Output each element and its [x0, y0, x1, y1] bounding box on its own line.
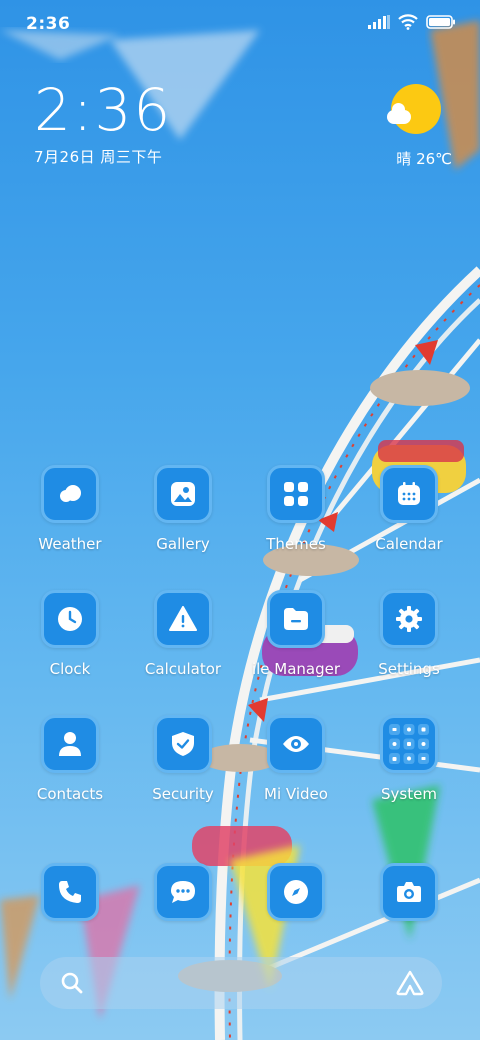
battery-icon [426, 15, 455, 29]
assistant-icon[interactable] [396, 970, 424, 996]
app-themes[interactable]: Themes [241, 465, 351, 553]
settings-icon [380, 590, 438, 648]
gallery-icon [154, 465, 212, 523]
weather-summary: 晴 26℃ [396, 150, 452, 168]
app-label: Settings [378, 660, 440, 678]
app-file-manager[interactable]: ile Manager [241, 590, 351, 678]
weather-widget[interactable]: 晴 26℃ [384, 82, 452, 168]
status-bar: 2:36 [0, 0, 480, 50]
messages-icon [154, 863, 212, 921]
app-label: Gallery [156, 535, 210, 553]
status-time: 2:36 [26, 14, 71, 34]
wifi-icon [398, 14, 418, 30]
app-label: ile Manager [251, 660, 341, 678]
app-contacts[interactable]: Contacts [15, 715, 125, 803]
file-manager-icon [267, 590, 325, 648]
weather-icon [41, 465, 99, 523]
app-label: Themes [266, 535, 326, 553]
app-calculator[interactable]: Calculator [128, 590, 238, 678]
app-label: Weather [38, 535, 102, 553]
app-security[interactable]: Security [128, 715, 238, 803]
app-calendar[interactable]: Calendar [354, 465, 464, 553]
app-label: Contacts [36, 785, 104, 803]
browser-icon [267, 863, 325, 921]
app-clock[interactable]: Clock [15, 590, 125, 678]
sunny-partly-cloudy-icon [387, 82, 441, 136]
system-folder-icon [380, 715, 438, 773]
app-system-folder[interactable]: System [354, 715, 464, 803]
widget-clock-time: 2:36 [34, 76, 173, 144]
dock-camera[interactable] [354, 863, 464, 921]
app-mi-video[interactable]: Mi Video [241, 715, 351, 803]
search-bar[interactable] [40, 957, 442, 1009]
app-label: Mi Video [264, 785, 328, 803]
clock-icon [41, 590, 99, 648]
widget-clock-date: 7月26日 周三下午 [34, 148, 163, 166]
status-icons [368, 14, 456, 30]
app-weather[interactable]: Weather [15, 465, 125, 553]
signal-icon [368, 15, 390, 29]
contacts-icon [41, 715, 99, 773]
app-gallery[interactable]: Gallery [128, 465, 238, 553]
camera-icon [380, 863, 438, 921]
dock-phone[interactable] [15, 863, 125, 921]
calculator-icon [154, 590, 212, 648]
dock-messages[interactable] [128, 863, 238, 921]
phone-icon [41, 863, 99, 921]
app-label: System [381, 785, 437, 803]
app-label: Security [152, 785, 214, 803]
security-icon [154, 715, 212, 773]
search-icon[interactable] [60, 971, 84, 995]
app-label: Clock [49, 660, 91, 678]
clock-widget[interactable]: 2:36 7月26日 周三下午 [34, 78, 172, 167]
mi-video-icon [267, 715, 325, 773]
app-settings[interactable]: Settings [354, 590, 464, 678]
dock-browser[interactable] [241, 863, 351, 921]
app-label: Calculator [144, 660, 222, 678]
app-label: Calendar [375, 535, 443, 553]
calendar-icon [380, 465, 438, 523]
themes-icon [267, 465, 325, 523]
